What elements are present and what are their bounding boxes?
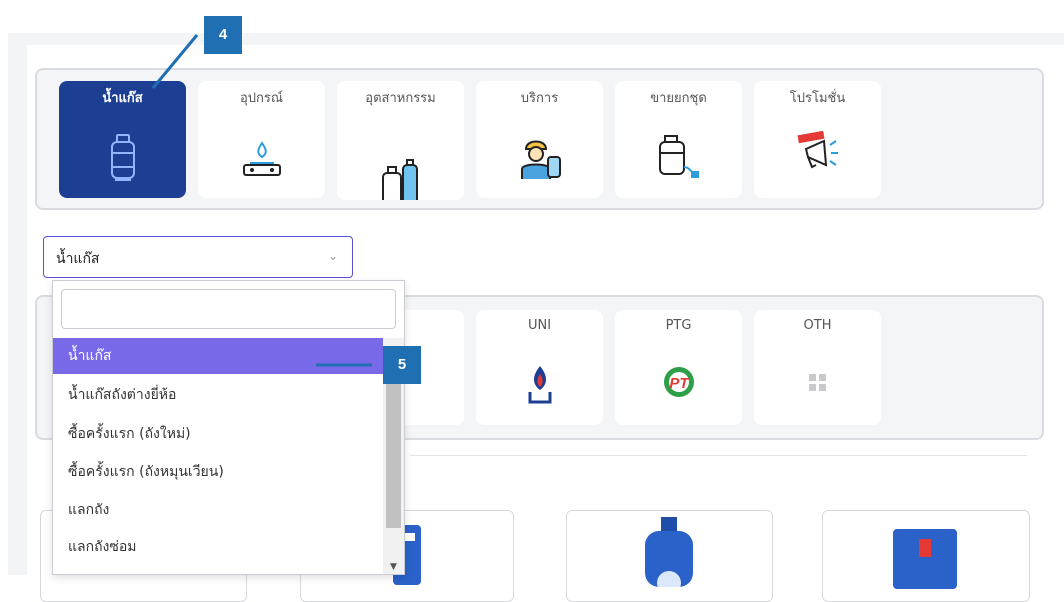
callout-badge-5: 5 xyxy=(383,346,421,384)
callout-lines xyxy=(151,34,372,367)
callout-4-line xyxy=(151,34,199,89)
callout-badge-4: 4 xyxy=(204,16,242,54)
